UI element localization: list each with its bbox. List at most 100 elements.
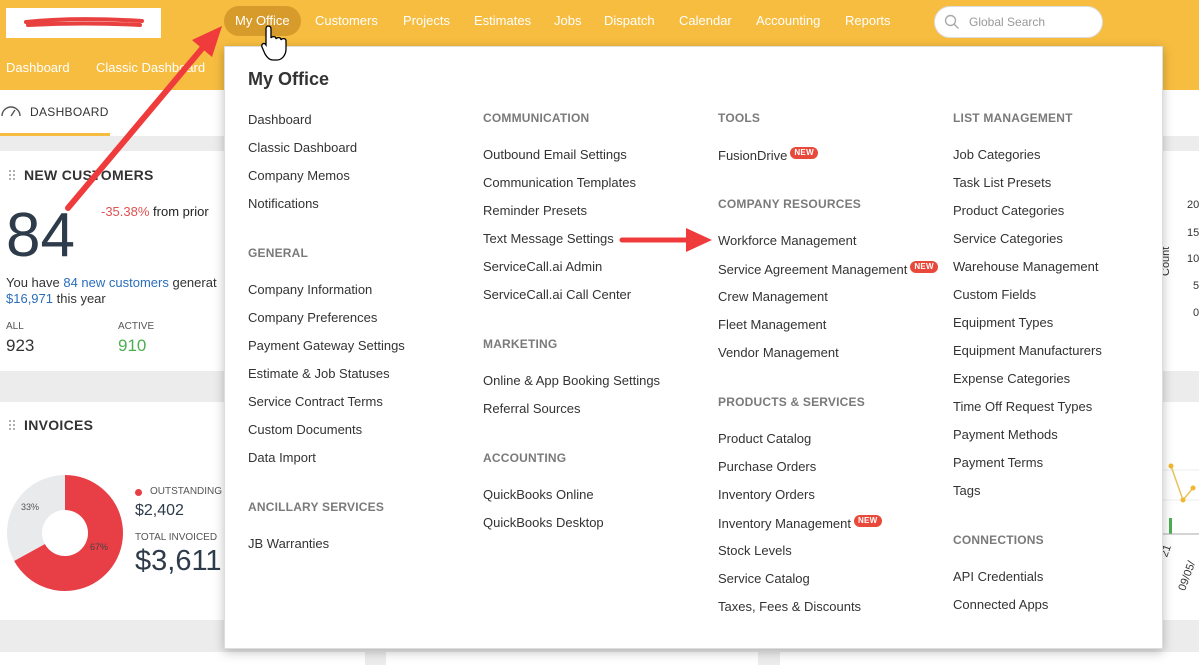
nav-accounting[interactable]: Accounting — [756, 6, 820, 36]
subnav-dashboard[interactable]: Dashboard — [6, 60, 70, 75]
menu-custom-fields[interactable]: Custom Fields — [953, 287, 1036, 302]
invoices-donut: 33% 67% — [7, 475, 123, 591]
section-tools: TOOLS — [718, 111, 761, 125]
menu-stock-levels[interactable]: Stock Levels — [718, 543, 792, 558]
nav-my-office[interactable]: My Office — [224, 6, 301, 36]
menu-vendor-management[interactable]: Vendor Management — [718, 345, 839, 360]
outstanding-value: $2,402 — [135, 502, 184, 519]
my-office-dropdown: My Office Dashboard Classic Dashboard Co… — [224, 46, 1163, 649]
menu-quickbooks-desktop[interactable]: QuickBooks Desktop — [483, 515, 604, 530]
menu-fleet-management[interactable]: Fleet Management — [718, 317, 826, 332]
dropdown-title: My Office — [248, 69, 330, 89]
subnav-classic-dashboard[interactable]: Classic Dashboard — [96, 60, 205, 75]
bottom-card-3 — [780, 652, 1199, 665]
menu-inventory-orders[interactable]: Inventory Orders — [718, 487, 815, 502]
menu-product-catalog[interactable]: Product Catalog — [718, 431, 811, 446]
menu-text-message-settings[interactable]: Text Message Settings — [483, 231, 614, 246]
menu-communication-templates[interactable]: Communication Templates — [483, 175, 636, 190]
revenue-link[interactable]: $16,971 — [6, 291, 53, 306]
new-customers-change: -35.38% from prior — [101, 204, 209, 219]
menu-outbound-email-settings[interactable]: Outbound Email Settings — [483, 147, 627, 162]
new-customers-link[interactable]: 84 new customers — [63, 275, 169, 290]
menu-company-information[interactable]: Company Information — [248, 282, 372, 297]
change-percent: -35.38% — [101, 204, 150, 219]
menu-service-catalog[interactable]: Service Catalog — [718, 571, 810, 586]
menu-crew-management[interactable]: Crew Management — [718, 289, 828, 304]
menu-warehouse-management[interactable]: Warehouse Management — [953, 259, 1099, 274]
menu-custom-documents[interactable]: Custom Documents — [248, 422, 362, 437]
menu-equipment-manufacturers[interactable]: Equipment Manufacturers — [953, 343, 1102, 358]
menu-product-categories[interactable]: Product Categories — [953, 203, 1064, 218]
bottom-card-2 — [386, 652, 758, 665]
new-customers-count: 84 — [6, 201, 75, 270]
menu-purchase-orders[interactable]: Purchase Orders — [718, 459, 816, 474]
total-invoiced-label: TOTAL INVOICED — [135, 532, 218, 543]
section-company-resources: COMPANY RESOURCES — [718, 197, 861, 211]
menu-inventory-management-label: Inventory Management — [718, 516, 851, 531]
menu-data-import[interactable]: Data Import — [248, 450, 316, 465]
new-badge: NEW — [853, 515, 882, 527]
bottom-card-1 — [0, 652, 365, 665]
axis-tick: 10 — [1187, 253, 1199, 265]
menu-inventory-management[interactable]: Inventory Management NEW — [718, 515, 882, 531]
menu-notifications[interactable]: Notifications — [248, 196, 319, 211]
menu-tags[interactable]: Tags — [953, 483, 980, 498]
menu-payment-methods[interactable]: Payment Methods — [953, 427, 1058, 442]
new-customers-summary: You have 84 new customers generat $16,97… — [6, 275, 217, 307]
summary-prefix: You have — [6, 275, 64, 290]
outstanding-label: OUTSTANDING — [150, 486, 223, 497]
menu-expense-categories[interactable]: Expense Categories — [953, 371, 1070, 386]
menu-time-off-request-types[interactable]: Time Off Request Types — [953, 399, 1092, 414]
axis-tick: 0 — [1193, 307, 1199, 319]
section-accounting: ACCOUNTING — [483, 451, 567, 465]
menu-service-agreement-label: Service Agreement Management — [718, 262, 908, 277]
menu-fusiondrive[interactable]: FusionDrive NEW — [718, 147, 818, 163]
redaction-scribble — [24, 17, 144, 27]
search-icon — [944, 14, 959, 29]
menu-jb-warranties[interactable]: JB Warranties — [248, 536, 329, 551]
menu-task-list-presets[interactable]: Task List Presets — [953, 175, 1051, 190]
global-search[interactable] — [934, 6, 1103, 38]
menu-company-preferences[interactable]: Company Preferences — [248, 310, 377, 325]
section-ancillary-services: ANCILLARY SERVICES — [248, 500, 385, 514]
section-communication: COMMUNICATION — [483, 111, 590, 125]
menu-payment-gateway-settings[interactable]: Payment Gateway Settings — [248, 338, 405, 353]
menu-service-agreement-management[interactable]: Service Agreement Management NEW — [718, 261, 938, 277]
nav-calendar[interactable]: Calendar — [679, 6, 732, 36]
menu-service-contract-terms[interactable]: Service Contract Terms — [248, 394, 383, 409]
menu-quickbooks-online[interactable]: QuickBooks Online — [483, 487, 594, 502]
tab-dashboard-label: DASHBOARD — [30, 105, 109, 119]
menu-servicecall-admin[interactable]: ServiceCall.ai Admin — [483, 259, 602, 274]
nav-dispatch[interactable]: Dispatch — [604, 6, 655, 36]
tab-dashboard[interactable]: DASHBOARD — [0, 90, 110, 136]
menu-referral-sources[interactable]: Referral Sources — [483, 401, 581, 416]
menu-company-memos[interactable]: Company Memos — [248, 168, 350, 183]
menu-servicecall-call-center[interactable]: ServiceCall.ai Call Center — [483, 287, 631, 302]
menu-payment-terms[interactable]: Payment Terms — [953, 455, 1043, 470]
nav-estimates[interactable]: Estimates — [474, 6, 531, 36]
menu-taxes-fees-discounts[interactable]: Taxes, Fees & Discounts — [718, 599, 861, 614]
drag-handle-icon[interactable] — [8, 169, 16, 181]
nav-customers[interactable]: Customers — [315, 6, 378, 36]
menu-estimate-job-statuses[interactable]: Estimate & Job Statuses — [248, 366, 390, 381]
menu-online-app-booking-settings[interactable]: Online & App Booking Settings — [483, 373, 660, 388]
menu-equipment-types[interactable]: Equipment Types — [953, 315, 1053, 330]
search-input[interactable] — [969, 13, 1097, 31]
nav-reports[interactable]: Reports — [845, 6, 891, 36]
company-logo[interactable] — [6, 8, 161, 38]
menu-reminder-presets[interactable]: Reminder Presets — [483, 203, 587, 218]
nav-projects[interactable]: Projects — [403, 6, 450, 36]
menu-connected-apps[interactable]: Connected Apps — [953, 597, 1048, 612]
menu-service-categories[interactable]: Service Categories — [953, 231, 1063, 246]
menu-api-credentials[interactable]: API Credentials — [953, 569, 1043, 584]
menu-workforce-management[interactable]: Workforce Management — [718, 233, 857, 248]
drag-handle-icon[interactable] — [8, 419, 16, 431]
change-suffix: from prior — [149, 204, 209, 219]
donut-outstanding-label: 67% — [90, 542, 108, 552]
menu-dashboard[interactable]: Dashboard — [248, 112, 312, 127]
nav-jobs[interactable]: Jobs — [554, 6, 581, 36]
invoices-title: INVOICES — [24, 417, 94, 433]
outstanding-legend-dot — [135, 489, 142, 496]
menu-classic-dashboard[interactable]: Classic Dashboard — [248, 140, 357, 155]
menu-job-categories[interactable]: Job Categories — [953, 147, 1040, 162]
